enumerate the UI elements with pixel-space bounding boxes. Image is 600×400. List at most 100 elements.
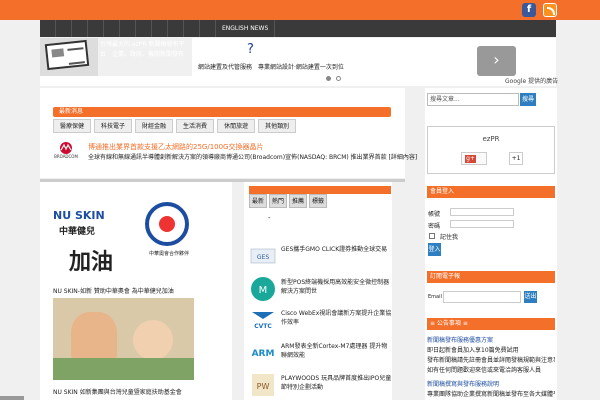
tag-item[interactable]: 休閒旅遊 [217,119,256,133]
main-navigation: ENGLISH NEWS [40,20,556,37]
nav-item-6[interactable] [120,20,136,37]
tabs-heading [249,186,391,194]
list-item[interactable]: CVTC Cisco WebEx視訊會議新方案提升企業協作效率 [250,307,392,333]
google-plus-widget: ezPR g+ +1 [427,126,555,174]
tag-item[interactable]: 其他類別 [258,119,297,133]
nuskin-olympic-image[interactable]: NU SKIN 中華健兒 加油 中華奧會合作夥伴 [53,196,194,278]
remember-checkbox[interactable] [429,233,435,239]
gplus-count[interactable]: +1 [509,152,523,165]
ad-question-mark: ? [247,42,254,57]
ges-logo-text: GES [257,254,269,261]
photo-foreground [53,358,194,380]
microchip-logo-text: M [259,285,268,296]
nav-item-7[interactable] [136,20,152,37]
gplus-button[interactable]: g+ [461,152,487,165]
featured-news-title[interactable]: 博通推出業界首款支援乙太網路的25G/100G交換器晶片 [88,142,263,152]
password-label: 密碼 [428,223,441,230]
nav-item-3[interactable] [72,20,88,37]
nav-item-5[interactable] [104,20,120,37]
list-item-title[interactable]: 新型POS終端機採用高效能安全微控制器解決方案問世 [281,278,393,296]
ad-dot-inactive[interactable] [336,76,341,81]
search-input[interactable]: 搜尋文章... [427,93,519,106]
list-item[interactable]: PW PLAYWOODS 玩具品牌首度推出IPO兒童節特別企劃活動 [250,372,392,398]
login-heading: 會員登入 [427,186,555,198]
child-figure [71,312,117,364]
top-bar [0,0,600,20]
search-button[interactable]: 搜尋 [520,93,536,106]
category-tags: 醫療保健 科技電子 財經金融 生活消費 休閒旅遊 其他類別 [53,119,297,133]
notice-heading: ≡ 公告事項 ≡ [427,318,555,330]
ad-text[interactable]: 網站建置及代管服務 專業網站設計‧網站建置一次到位 [198,62,458,71]
tab-latest[interactable]: 最新 [249,194,267,208]
nav-item-1[interactable] [40,20,56,37]
notice-text: 如有任何問題歡迎來信或來電洽詢客服人員 [427,367,542,374]
nav-item-8[interactable] [152,20,168,37]
nuskin-slogan-1: 中華健兒 [59,227,96,237]
list-item-title[interactable]: GES攜手GMO CLICK證券推動全球交易 [281,245,393,254]
list-item-title[interactable]: ARM發表全新Cortex-M7處理器 提升物聯網效能 [281,342,393,360]
newspaper-icon [44,39,90,71]
featured-news-desc: 全球有線和無線通訊半導體創新解決方案的領導廠商博通公司(Broadcom)宣佈(… [88,154,418,161]
list-item[interactable]: M 新型POS終端機採用高效能安全微控制器解決方案問世 [250,276,392,302]
notice-link[interactable]: 新聞稿撰寫與發布服務說明 [427,380,555,389]
username-label: 帳號 [428,211,441,218]
tab-recommended[interactable]: 推薦 [289,194,307,208]
tag-item[interactable]: 財經金融 [135,119,174,133]
cvtc-logo: CVTC [252,312,274,330]
tab-tags[interactable]: 標籤 [309,194,327,208]
facebook-icon[interactable]: f [522,3,536,17]
ges-logo: GES [250,248,276,264]
broadcom-logo-text: BROADCOM [54,154,78,159]
cvtc-logo-text: CVTC [254,323,272,330]
site-logo[interactable] [40,38,98,76]
nav-item-10[interactable] [184,20,200,37]
playwoods-logo: PW [252,374,274,396]
password-field[interactable] [450,220,514,228]
tag-item[interactable]: 科技電子 [94,119,133,133]
gplus-icon: g+ [465,155,476,163]
notice-text: 專業團隊協助企業撰寫新聞稿並發布至各大媒體平台 [427,391,555,398]
list-item[interactable]: ARM ARM發表全新Cortex-M7處理器 提升物聯網效能 [250,340,392,366]
tab-popular[interactable]: 熱門 [269,194,287,208]
tab-panel-dash: - [268,214,271,222]
login-button[interactable]: 登入 [428,243,441,256]
featured-heading-text: 最新消息 [59,108,84,115]
list-item[interactable]: GES GES攜手GMO CLICK證券推動全球交易 [250,243,392,269]
arm-logo-text: ARM [252,349,275,359]
featured-panel [40,88,405,178]
username-field[interactable] [450,208,514,216]
subscribe-heading: 訂閱電子報 [427,271,555,283]
list-item-title[interactable]: Cisco WebEx視訊會議新方案提升企業協作效率 [281,309,393,327]
remember-label: 記住我 [440,234,459,241]
site-tagline: 台灣最大的 ezPR 新聞稿發布平台 企業、政府、機關新聞發布 [100,41,185,58]
notice-text: 發布新聞稿請先註冊會員並詳閱發稿規範與注意事項內容 [427,357,555,364]
nav-item-11[interactable] [200,20,216,37]
microchip-logo: M [251,277,275,301]
featured-heading: 最新消息 [53,107,391,117]
rss-icon[interactable] [543,3,557,17]
nuskin-slogan-2: 加油 [69,250,114,275]
nav-item-4[interactable] [88,20,104,37]
horizontal-scrollbar[interactable] [0,396,24,400]
ad-dot-active[interactable] [326,76,331,81]
broadcom-logo[interactable]: BROADCOM [53,141,79,159]
subscribe-button[interactable]: 送出 [524,291,537,303]
olympic-emblem-icon [145,202,189,246]
tag-item[interactable]: 生活消費 [176,119,215,133]
tag-item[interactable]: 醫療保健 [53,119,92,133]
children-photo[interactable] [53,298,194,380]
list-item-title[interactable]: PLAYWOODS 玩具品牌首度推出IPO兒童節特別企劃活動 [281,374,393,392]
nuskin-brand: NU SKIN [53,209,105,222]
nav-item-english-news[interactable]: ENGLISH NEWS [216,20,276,37]
ad-next-button[interactable]: › [477,46,516,76]
article-caption[interactable]: NU SKIN-如新 贊助中華奧會 為中華健兒加油 [53,286,174,295]
email-field[interactable] [443,291,521,303]
gplus-page-name[interactable]: ezPR [428,135,554,143]
ad-provider-label[interactable]: Google 提供的廣告 [505,76,558,85]
ad-banner[interactable]: ? 網站建置及代管服務 專業網站設計‧網站建置一次到位 › Google 提供的… [192,38,558,86]
notice-link[interactable]: 新聞稿發布服務優惠方案 [427,336,555,345]
notice-text: 即日起新會員加入享10篇免費試用 [427,347,519,354]
article-caption[interactable]: NU SKIN 如新集團與台灣兒童暨家庭扶助基金會 [53,387,182,396]
nav-item-2[interactable] [56,20,72,37]
nav-item-9[interactable] [168,20,184,37]
